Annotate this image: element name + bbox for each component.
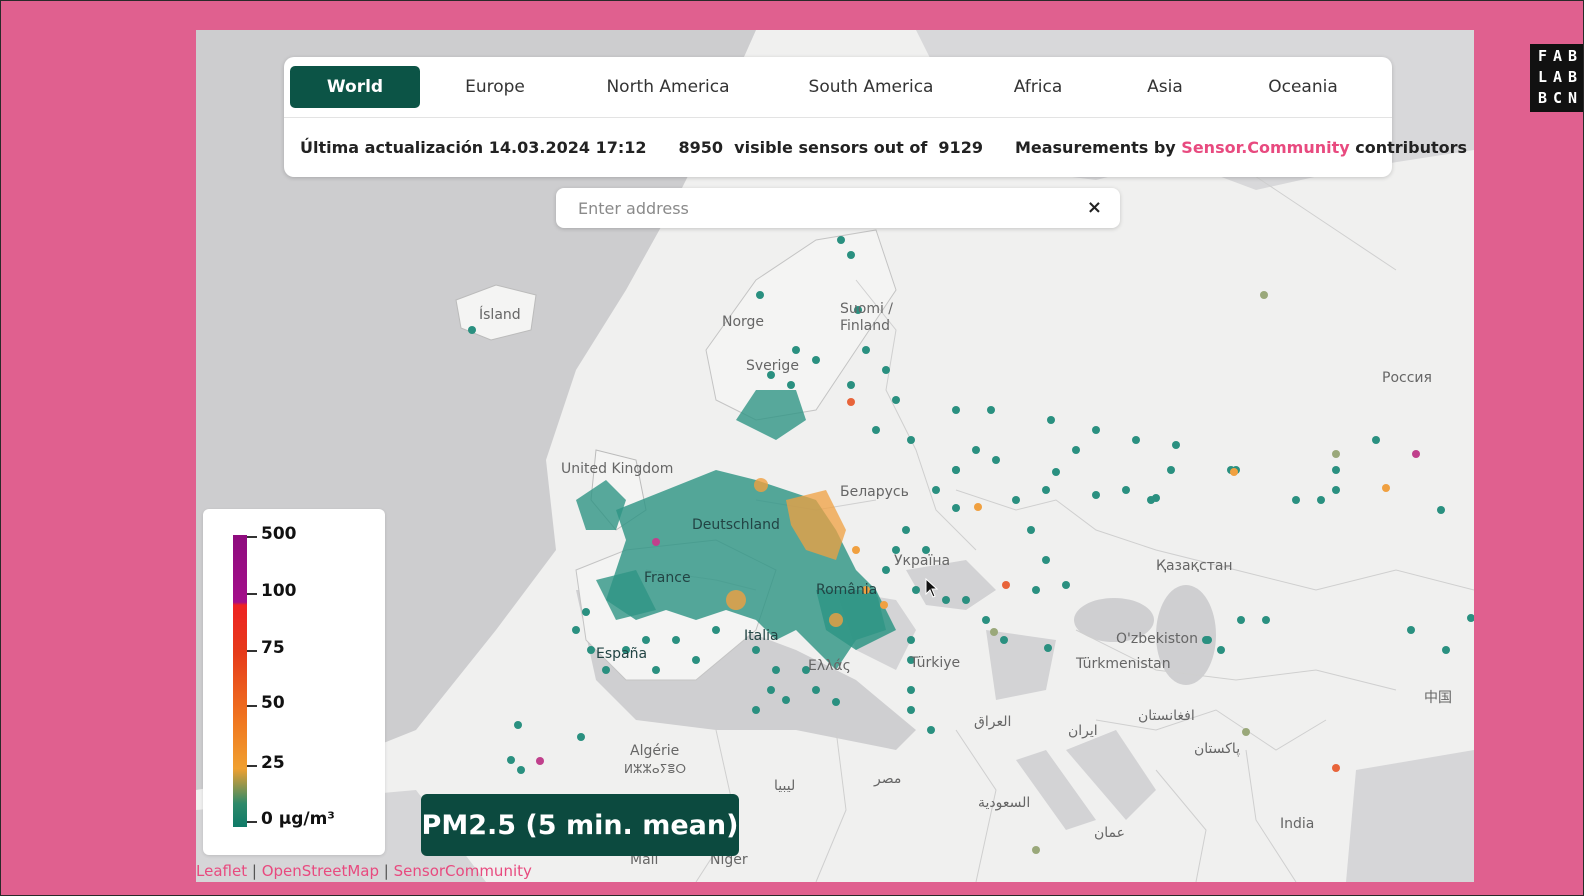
logo-line-3: BCN (1538, 89, 1584, 107)
label-sverige: Sverige (746, 358, 799, 374)
label-iran: ایران (1068, 723, 1098, 739)
label-belarus: Беларусь (840, 484, 909, 500)
clear-icon[interactable]: × (1087, 197, 1102, 218)
label-misr: مصر (873, 771, 901, 787)
legend-tick (247, 593, 257, 595)
label-island: Ísland (479, 306, 521, 323)
info-row: Última actualización 14.03.2024 17:12 89… (284, 117, 1467, 176)
logo-line-2: LAB (1538, 68, 1584, 86)
label-saudi: السعودية (978, 795, 1030, 811)
legend-label-500: 500 (261, 524, 297, 544)
attribution-separator: | (251, 862, 257, 880)
label-kazakhstan: Қазақстан (1156, 558, 1233, 574)
legend-tick (247, 650, 257, 652)
sensorcommunity-link[interactable]: SensorCommunity (394, 862, 532, 880)
legend-label-75: 75 (261, 638, 285, 658)
last-update: Última actualización 14.03.2024 17:12 (284, 138, 663, 157)
visible-sensors-count: 8950 (678, 137, 724, 157)
label-espana: España (596, 646, 647, 662)
label-iraq: العراق (974, 714, 1011, 730)
measurements-prefix: Measurements by (1014, 137, 1176, 157)
legend-label-50: 50 (261, 693, 285, 713)
leaflet-link[interactable]: Leaflet (196, 862, 247, 880)
label-norge: Norge (722, 314, 764, 330)
legend-label-25: 25 (261, 753, 285, 773)
label-turkiye: Türkiye (909, 655, 960, 671)
label-ellada: Ελλάς (808, 658, 851, 674)
last-update-value: 14.03.2024 17:12 (488, 137, 647, 157)
region-panel: World Europe North America South America… (284, 57, 1467, 177)
legend-label-0: 0 µg/m³ (261, 809, 335, 829)
label-uzbekistan: O'zbekiston (1116, 631, 1198, 647)
pm-legend: 500 100 75 50 25 0 µg/m³ (203, 509, 385, 855)
label-libya: ليبيا (774, 778, 795, 794)
pollutant-selector[interactable]: PM2.5 (5 min. mean) (421, 794, 739, 856)
label-ukraina: Україна (894, 553, 950, 569)
legend-tick (247, 821, 257, 823)
sensor-count: 8950 visible sensors out of 9129 (663, 138, 999, 157)
tab-africa[interactable]: Africa (976, 66, 1100, 108)
openstreetmap-link[interactable]: OpenStreetMap (262, 862, 379, 880)
label-india: India (1280, 816, 1314, 832)
region-tabs: World Europe North America South America… (290, 65, 1386, 109)
sensor-community-link[interactable]: Sensor.Community (1181, 138, 1349, 157)
label-algerie: Algérie (630, 743, 679, 759)
label-afghanistan: افغانستان (1138, 708, 1195, 724)
tab-europe[interactable]: Europe (420, 66, 570, 108)
attribution-separator: | (383, 862, 389, 880)
tab-oceania[interactable]: Oceania (1230, 66, 1376, 108)
label-romania: România (816, 582, 877, 598)
label-pakistan: پاکستان (1194, 741, 1240, 757)
label-suomi: Suomi / (840, 301, 893, 317)
measurements-credit: Measurements by Sensor.Community contrib… (999, 138, 1483, 157)
label-italia: Italia (744, 628, 779, 644)
legend-label-100: 100 (261, 581, 297, 601)
label-algerie-tif: ⵍⵣⵣⴰⵢⴻⵔ (624, 762, 686, 776)
label-france: France (644, 570, 691, 586)
tab-asia[interactable]: Asia (1100, 66, 1230, 108)
label-oman: عمان (1094, 825, 1125, 841)
label-uk: United Kingdom (561, 461, 673, 477)
measurements-suffix: contributors (1355, 137, 1468, 157)
legend-tick (247, 536, 257, 538)
address-input[interactable] (556, 188, 1066, 228)
legend-tick (247, 705, 257, 707)
tab-south-america[interactable]: South America (766, 66, 976, 108)
label-finland: Finland (840, 318, 890, 334)
legend-tick (247, 765, 257, 767)
tab-north-america[interactable]: North America (570, 66, 766, 108)
last-update-label: Última actualización (300, 137, 484, 157)
logo-line-1: FAB (1538, 47, 1584, 65)
map-attribution: Leaflet | OpenStreetMap | SensorCommunit… (196, 862, 532, 880)
mouse-cursor-icon (925, 578, 939, 598)
label-china: 中国 (1424, 690, 1452, 706)
total-sensors-count: 9129 (938, 137, 983, 157)
label-russia: Россия (1382, 370, 1432, 386)
tab-world[interactable]: World (290, 66, 420, 108)
label-deutschland: Deutschland (692, 517, 780, 533)
legend-color-bar (233, 535, 247, 827)
address-search: × (556, 188, 1120, 228)
fablab-logo: FAB LAB BCN (1530, 44, 1584, 112)
visible-sensors-text: visible sensors out of (734, 137, 928, 157)
label-turkmenistan: Türkmenistan (1075, 656, 1171, 672)
